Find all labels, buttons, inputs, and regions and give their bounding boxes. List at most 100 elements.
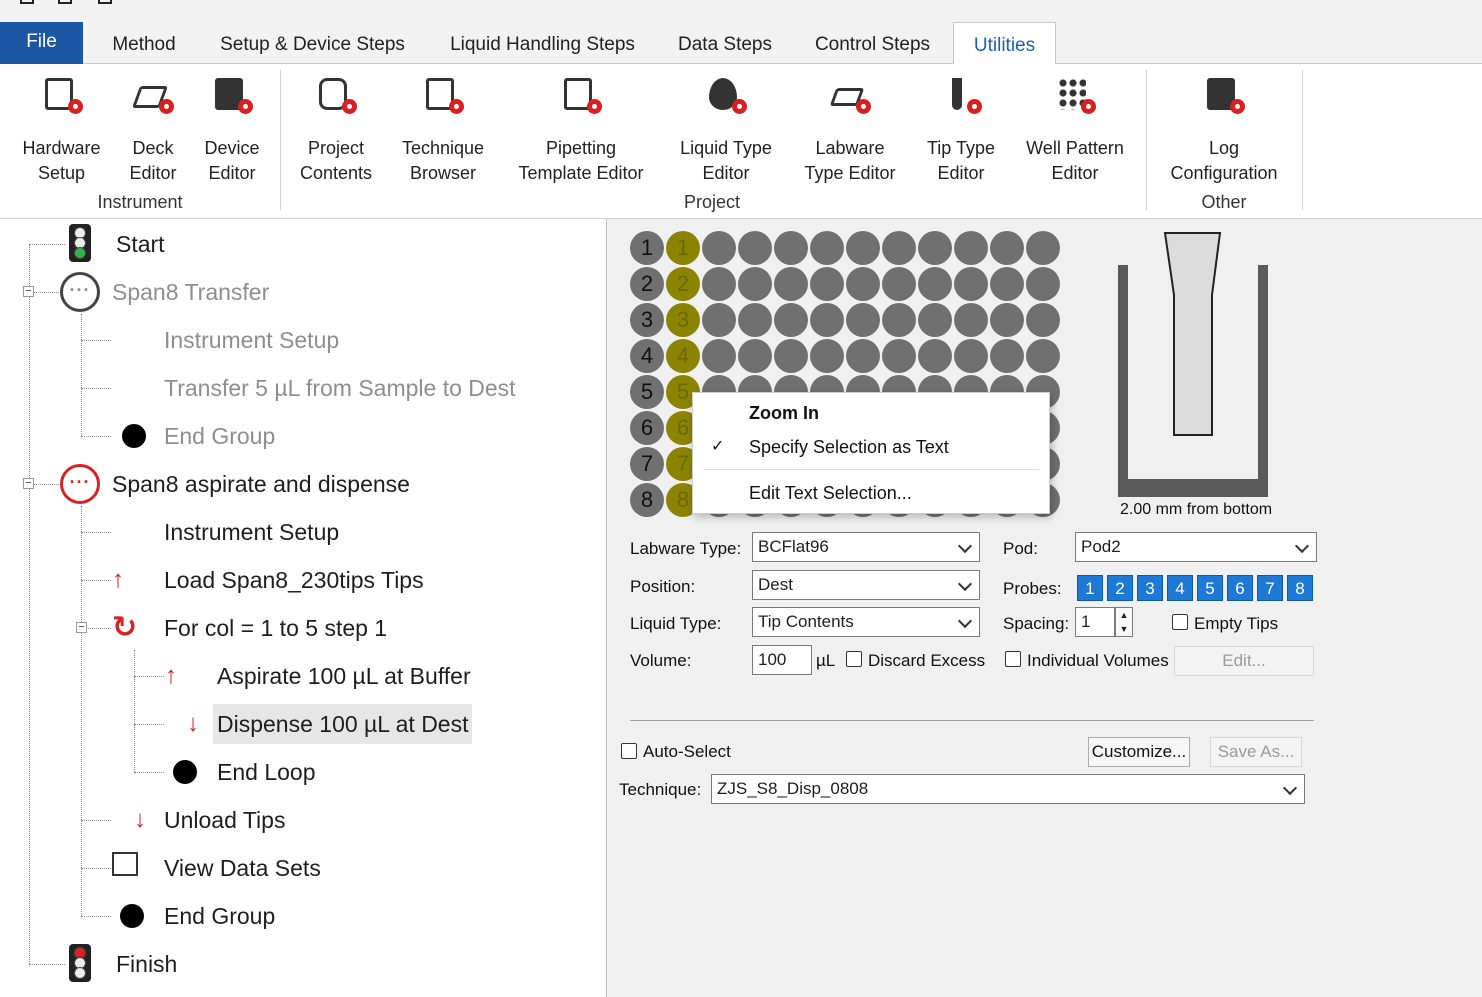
- customize-button[interactable]: Customize...: [1088, 737, 1190, 767]
- menu-edit-text-selection[interactable]: Edit Text Selection...: [693, 478, 1049, 508]
- plate-well[interactable]: [774, 339, 808, 373]
- plate-well[interactable]: [990, 303, 1024, 337]
- probe-button-8[interactable]: 8: [1287, 575, 1313, 601]
- volume-input[interactable]: 100: [752, 645, 812, 675]
- plate-well[interactable]: [1026, 231, 1060, 265]
- row-label-well[interactable]: 7: [630, 447, 664, 481]
- row-label-well[interactable]: 1: [630, 231, 664, 265]
- row-label-well[interactable]: 6: [630, 411, 664, 445]
- empty-tips-checkbox[interactable]: [1172, 614, 1188, 630]
- probe-button-1[interactable]: 1: [1077, 575, 1103, 601]
- tab-method[interactable]: Method: [96, 22, 192, 64]
- labware-type-editor-button[interactable]: Labware Type Editor: [794, 76, 906, 186]
- plate-well[interactable]: [810, 339, 844, 373]
- plate-well[interactable]: [774, 231, 808, 265]
- chart-icon[interactable]: [98, 0, 112, 4]
- plate-well[interactable]: [1026, 267, 1060, 301]
- plate-well[interactable]: [810, 231, 844, 265]
- log-configuration-button[interactable]: Log Configuration: [1158, 76, 1290, 186]
- plate-well[interactable]: [702, 231, 736, 265]
- plate-well[interactable]: [954, 303, 988, 337]
- edit-volumes-button[interactable]: Edit...: [1174, 646, 1314, 676]
- plate-well[interactable]: [846, 231, 880, 265]
- probe-button-4[interactable]: 4: [1167, 575, 1193, 601]
- plate-well[interactable]: [918, 267, 952, 301]
- row-label-well[interactable]: 8: [630, 483, 664, 517]
- plate-well[interactable]: [810, 303, 844, 337]
- well-pattern-editor-button[interactable]: Well Pattern Editor: [1016, 76, 1134, 186]
- plate-well[interactable]: [882, 267, 916, 301]
- plate-well[interactable]: 2: [666, 267, 700, 301]
- plate-well[interactable]: [882, 231, 916, 265]
- menu-zoom-in[interactable]: Zoom In: [693, 398, 1049, 428]
- plate-well[interactable]: [954, 339, 988, 373]
- menu-specify-selection-as-text[interactable]: ✓ Specify Selection as Text: [693, 432, 1049, 462]
- plate-well[interactable]: [846, 339, 880, 373]
- plate-well[interactable]: [846, 267, 880, 301]
- tab-utilities[interactable]: Utilities: [953, 22, 1056, 65]
- tip-type-editor-button[interactable]: Tip Type Editor: [918, 76, 1004, 186]
- plate-well[interactable]: [738, 267, 772, 301]
- pipetting-template-editor-button[interactable]: Pipetting Template Editor: [506, 76, 656, 186]
- plate-well[interactable]: [810, 267, 844, 301]
- probe-button-7[interactable]: 7: [1257, 575, 1283, 601]
- plate-well[interactable]: [702, 267, 736, 301]
- spacing-input[interactable]: 1: [1075, 607, 1115, 637]
- technique-browser-button[interactable]: Technique Browser: [392, 76, 494, 186]
- collapse-span8-aspirate[interactable]: −: [23, 478, 34, 489]
- plate-well[interactable]: [882, 303, 916, 337]
- tab-liquid-handling-steps[interactable]: Liquid Handling Steps: [435, 22, 650, 64]
- liquid-type-select[interactable]: Tip Contents: [752, 607, 980, 637]
- tab-file[interactable]: File: [0, 22, 83, 64]
- plate-well[interactable]: [846, 303, 880, 337]
- save-as-button[interactable]: Save As...: [1210, 737, 1302, 767]
- position-select[interactable]: Dest: [752, 570, 980, 600]
- individual-volumes-checkbox[interactable]: [1005, 651, 1021, 667]
- spacing-spinner[interactable]: ▲ ▼: [1115, 607, 1133, 637]
- labware-type-select[interactable]: BCFlat96: [752, 532, 980, 562]
- row-label-well[interactable]: 3: [630, 303, 664, 337]
- plate-well[interactable]: [990, 267, 1024, 301]
- deck-editor-button[interactable]: Deck Editor: [120, 76, 186, 186]
- probe-button-2[interactable]: 2: [1107, 575, 1133, 601]
- project-contents-button[interactable]: Project Contents: [292, 76, 380, 186]
- plate-well[interactable]: [774, 303, 808, 337]
- device-editor-button[interactable]: Device Editor: [196, 76, 268, 186]
- hardware-setup-button[interactable]: Hardware Setup: [14, 76, 109, 186]
- new-icon[interactable]: [20, 0, 34, 4]
- plate-well[interactable]: 4: [666, 339, 700, 373]
- plate-well[interactable]: [918, 339, 952, 373]
- probe-button-6[interactable]: 6: [1227, 575, 1253, 601]
- tab-setup-device-steps[interactable]: Setup & Device Steps: [205, 22, 420, 64]
- pod-select[interactable]: Pod2: [1075, 532, 1317, 562]
- plate-well[interactable]: [990, 231, 1024, 265]
- auto-select-checkbox[interactable]: [621, 743, 637, 759]
- tab-control-steps[interactable]: Control Steps: [800, 22, 945, 64]
- liquid-type-editor-button[interactable]: Liquid Type Editor: [670, 76, 782, 186]
- plate-well[interactable]: [738, 303, 772, 337]
- plate-well[interactable]: [882, 339, 916, 373]
- plate-well[interactable]: [1026, 339, 1060, 373]
- save-icon[interactable]: [58, 0, 72, 4]
- plate-well[interactable]: [918, 303, 952, 337]
- probe-button-3[interactable]: 3: [1137, 575, 1163, 601]
- plate-well[interactable]: [702, 339, 736, 373]
- plate-well[interactable]: [954, 231, 988, 265]
- collapse-span8-transfer[interactable]: −: [23, 286, 34, 297]
- plate-well[interactable]: [1026, 303, 1060, 337]
- row-label-well[interactable]: 5: [630, 375, 664, 409]
- probe-button-5[interactable]: 5: [1197, 575, 1223, 601]
- plate-well[interactable]: [702, 303, 736, 337]
- row-label-well[interactable]: 2: [630, 267, 664, 301]
- row-label-well[interactable]: 4: [630, 339, 664, 373]
- technique-select[interactable]: ZJS_S8_Disp_0808: [711, 774, 1305, 804]
- plate-well[interactable]: [774, 267, 808, 301]
- plate-well[interactable]: [738, 339, 772, 373]
- plate-well[interactable]: 3: [666, 303, 700, 337]
- discard-excess-checkbox[interactable]: [846, 651, 862, 667]
- plate-well[interactable]: [954, 267, 988, 301]
- tab-data-steps[interactable]: Data Steps: [665, 22, 785, 64]
- plate-well[interactable]: [738, 231, 772, 265]
- collapse-for-loop[interactable]: −: [76, 622, 87, 633]
- plate-well[interactable]: [990, 339, 1024, 373]
